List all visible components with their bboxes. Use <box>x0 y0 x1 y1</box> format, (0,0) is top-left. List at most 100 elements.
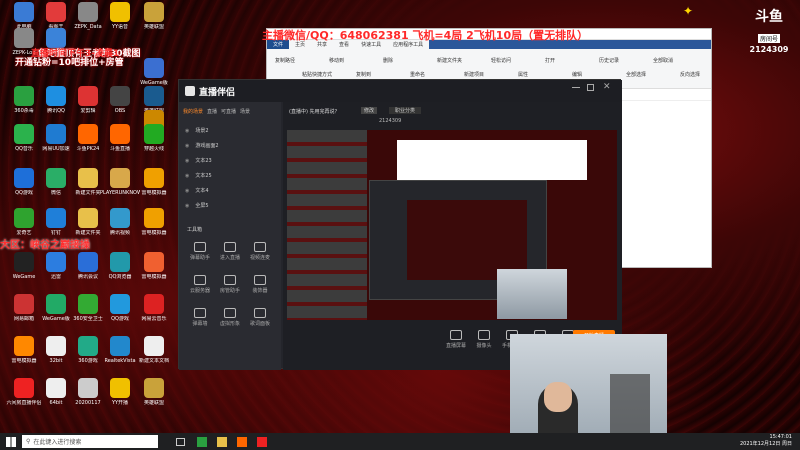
ribbon-button[interactable]: 属性 <box>518 71 528 78</box>
category-button[interactable]: 职业分类 <box>389 107 422 114</box>
close-icon[interactable]: ✕ <box>603 82 611 92</box>
streamer-app-window[interactable]: 直播伴侣 ✕ 我的场景 直播 可直播 场景 ◉ 场景2 ◉ 游戏画面2 ◉ 文本23 ◉ 文本25 ◉… <box>178 79 622 370</box>
tool-label: 虚拟形象 <box>219 321 240 327</box>
ribbon-button[interactable]: 新建项目 <box>464 71 484 78</box>
tool-button[interactable]: 云服务器 <box>185 275 215 294</box>
tool-icon <box>224 308 236 318</box>
scene-item[interactable]: ◉ 场景2 <box>179 125 281 136</box>
stream-status: (直播中) 先用完再说？ <box>289 109 340 115</box>
app-icon <box>78 86 98 106</box>
tool-button[interactable]: 歌词面板 <box>245 308 275 327</box>
ribbon-button[interactable]: 删除 <box>383 57 393 64</box>
app-icon <box>46 336 66 356</box>
ribbon-button[interactable]: 反向选择 <box>680 71 700 78</box>
ribbon-button[interactable]: 粘贴快捷方式 <box>302 71 332 78</box>
scene-item[interactable]: ◉ 文本23 <box>179 155 281 166</box>
tool-button[interactable]: 房管助手 <box>215 275 245 294</box>
desktop-icon-label: 雷电模拟器 <box>141 190 167 196</box>
tool-label: 视频连麦 <box>249 255 270 261</box>
eye-icon[interactable]: ◉ <box>185 203 189 209</box>
app-icon <box>144 168 164 188</box>
ribbon-button[interactable]: 新建文件夹 <box>437 57 462 64</box>
scene-tab[interactable]: 我的场景 <box>183 108 203 115</box>
douyu-badge: 斗鱼 房间号 2124309 <box>742 6 796 58</box>
tool-button[interactable]: 弹幕助手 <box>185 242 215 261</box>
app-icon <box>78 336 98 356</box>
tool-button[interactable]: 进入直播 <box>215 242 245 261</box>
scene-item[interactable]: ◉ 文本25 <box>179 170 281 181</box>
desktop-icon[interactable]: 穿越火线 <box>134 124 174 168</box>
tool-icon <box>254 308 266 318</box>
app-icon <box>46 252 66 272</box>
eye-icon[interactable]: ◉ <box>185 173 189 179</box>
taskbar-app-1[interactable] <box>197 436 207 447</box>
tool-button[interactable]: 虚拟形象 <box>215 308 245 327</box>
app-title-bar: 直播伴侣 ✕ <box>179 80 622 102</box>
toolbar-button[interactable]: 直播屏幕 <box>443 330 469 349</box>
desktop-icon-label: 网易云音乐 <box>141 316 167 322</box>
ribbon-button[interactable]: 重命名 <box>410 71 425 78</box>
eye-icon[interactable]: ◉ <box>185 143 189 149</box>
app-icon <box>46 294 66 314</box>
taskbar-app-3[interactable] <box>237 436 247 447</box>
taskbar-search[interactable]: ⚲ 在此键入进行搜索 <box>22 435 158 448</box>
toolbar-button[interactable]: 摄像头 <box>471 330 497 349</box>
desktop-icon[interactable]: 网易云音乐 <box>134 294 174 338</box>
tool-label: 弹幕墙 <box>192 321 208 327</box>
tool-button[interactable]: 装饰器 <box>245 275 275 294</box>
desktop-icon[interactable]: WeGame版 <box>134 58 174 102</box>
app-icon <box>78 252 98 272</box>
scene-tabs: 我的场景 直播 可直播 场景 <box>179 102 281 121</box>
desktop-icon[interactable]: 雷电模拟器 <box>134 168 174 212</box>
taskbar-clock[interactable]: 15:47:01 2021年12月12日 周日 <box>740 434 792 448</box>
scene-item[interactable]: ◉ 全屏5 <box>179 200 281 211</box>
eye-icon[interactable]: ◉ <box>185 188 189 194</box>
app-icon <box>14 168 34 188</box>
scene-item[interactable]: ◉ 文本4 <box>179 185 281 196</box>
desktop-icon-label: WeGame版 <box>140 80 168 86</box>
tool-label: 房管助手 <box>219 288 240 294</box>
ribbon-button[interactable]: 复制到 <box>356 71 371 78</box>
taskbar-app-2[interactable] <box>217 436 227 447</box>
app-icon <box>144 294 164 314</box>
edit-button[interactable]: 修改 <box>361 107 378 114</box>
app-icon <box>46 378 66 398</box>
ribbon-button[interactable]: 全部取消 <box>653 57 673 64</box>
scene-label: 文本4 <box>195 188 209 194</box>
desktop-icon[interactable]: 英雄联盟 <box>134 2 174 46</box>
ribbon-button[interactable]: 历史记录 <box>599 57 619 64</box>
maximize-icon[interactable] <box>587 84 594 91</box>
desktop-icon[interactable]: 雷电模拟器 <box>134 208 174 252</box>
scene-tab[interactable]: 可直播 <box>221 108 236 115</box>
app-icon <box>14 2 34 22</box>
ribbon-button[interactable]: 移动到 <box>329 57 344 64</box>
windows-start-icon[interactable] <box>6 436 16 447</box>
scene-tab[interactable]: 直播 <box>207 108 217 115</box>
scene-item[interactable]: ◉ 游戏画面2 <box>179 140 281 151</box>
eye-icon[interactable]: ◉ <box>185 128 189 134</box>
scene-tab[interactable]: 场景 <box>240 108 250 115</box>
app-icon <box>144 336 164 356</box>
search-placeholder: 在此键入进行搜索 <box>33 439 82 446</box>
ribbon-button[interactable]: 打开 <box>545 57 555 64</box>
eye-icon[interactable]: ◉ <box>185 158 189 164</box>
preview-area: (直播中) 先用完再说？ 修改 职业分类 2124309 直播屏幕摄像头手机投屏… <box>283 102 622 370</box>
scene-list: ◉ 场景2 ◉ 游戏画面2 ◉ 文本23 ◉ 文本25 ◉ 文本4 ◉ 全屏5 <box>179 125 281 211</box>
ribbon-button[interactable]: 全部选择 <box>626 71 646 78</box>
tool-icon <box>194 242 206 252</box>
minimize-icon[interactable] <box>572 87 580 88</box>
desktop-icon[interactable]: 新建文本文档 <box>134 336 174 380</box>
tool-button[interactable]: 弹幕墙 <box>185 308 215 327</box>
ribbon-button[interactable]: 编辑 <box>572 71 582 78</box>
tool-button[interactable]: 视频连麦 <box>245 242 275 261</box>
desktop-icon[interactable]: 英雄联盟 <box>134 378 174 422</box>
task-view-icon[interactable] <box>176 437 185 446</box>
taskbar-app-4[interactable] <box>257 436 267 447</box>
desktop-icon[interactable]: 雷电模拟器 <box>134 252 174 296</box>
ribbon-button[interactable]: 复制路径 <box>275 57 295 64</box>
app-icon <box>110 124 130 144</box>
ribbon-button[interactable]: 轻松访问 <box>491 57 511 64</box>
tool-label: 云服务器 <box>189 288 210 294</box>
preview-screen <box>287 130 617 320</box>
app-icon <box>46 168 66 188</box>
